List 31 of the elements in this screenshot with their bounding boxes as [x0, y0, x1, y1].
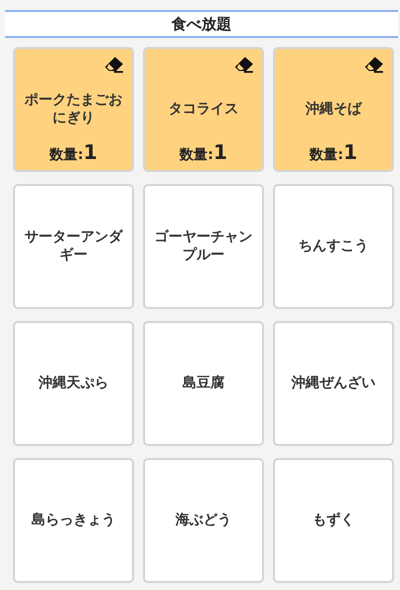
item-name: もずく — [312, 512, 354, 530]
menu-item-card[interactable]: ちんすこう — [273, 184, 394, 309]
item-name: ゴーヤーチャンプルー — [154, 229, 254, 264]
menu-item-card[interactable]: ポークたまごおにぎり 数量:1 — [13, 47, 134, 172]
menu-item-card[interactable]: タコライス 数量:1 — [143, 47, 264, 172]
menu-item-card[interactable]: 島豆腐 — [143, 321, 264, 446]
item-name: 海ぶどう — [176, 512, 232, 530]
eraser-icon[interactable] — [234, 56, 254, 73]
menu-item-card[interactable]: 沖縄そば 数量:1 — [273, 47, 394, 172]
item-name: 沖縄ぜんざい — [292, 374, 376, 392]
item-name: 島らっきょう — [32, 512, 116, 530]
item-name: ちんすこう — [298, 238, 368, 256]
item-name: タコライス — [168, 100, 238, 118]
item-name: 沖縄そば — [306, 100, 362, 118]
eraser-icon[interactable] — [364, 56, 384, 73]
menu-item-card[interactable]: 沖縄天ぷら — [13, 321, 134, 446]
quantity-label: 数量:1 — [178, 140, 228, 164]
menu-item-card[interactable]: 島らっきょう — [13, 458, 134, 583]
section-title: 食べ放題 — [5, 10, 398, 38]
eraser-icon[interactable] — [104, 56, 124, 73]
menu-item-card[interactable]: 沖縄ぜんざい — [273, 321, 394, 446]
menu-item-card[interactable]: 海ぶどう — [143, 458, 264, 583]
item-name: 島豆腐 — [182, 374, 224, 392]
menu-item-card[interactable]: ゴーヤーチャンプルー — [143, 184, 264, 309]
item-name: ポークたまごおにぎり — [24, 92, 124, 127]
menu-item-card[interactable]: サーターアンダギー — [13, 184, 134, 309]
item-name: 沖縄天ぷら — [38, 374, 108, 392]
quantity-label: 数量:1 — [308, 140, 358, 164]
quantity-label: 数量:1 — [48, 140, 98, 164]
item-name: サーターアンダギー — [24, 229, 124, 264]
menu-item-card[interactable]: もずく — [273, 458, 394, 583]
